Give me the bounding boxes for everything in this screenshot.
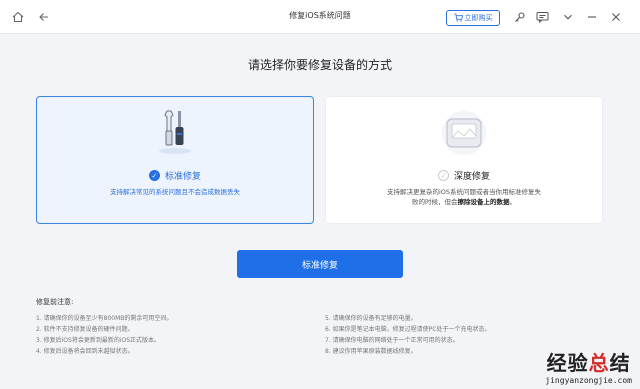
deep-repair-desc-line2: 败的时候，但会 xyxy=(412,198,458,206)
watermark-text: 经验总结 xyxy=(546,351,631,375)
check-unselected-icon: ✓ xyxy=(437,170,449,181)
deep-repair-warning: 擦除设备上的数据 xyxy=(457,198,510,206)
notes-list-right: 5. 请确保你的设备有足够的电量。 6. 如果你是笔记本电脑，修复过程请使PC处… xyxy=(325,313,490,357)
tools-icon xyxy=(145,107,205,161)
back-icon[interactable] xyxy=(36,9,52,25)
minimize-icon[interactable] xyxy=(584,9,600,25)
note-item: 3. 修复后iOS将会更新到最新的iOS正式版本。 xyxy=(36,337,161,344)
device-repair-icon xyxy=(434,107,494,161)
note-item: 6. 如果你是笔记本电脑，修复过程请使PC处于一个充电状态。 xyxy=(325,326,491,333)
notes-list-left: 1. 请确保你的设备至少有800MB的剩余可用空间。 2. 软件不支持修复设备的… xyxy=(36,313,172,357)
page-heading: 请选择你要修复设备的方式 xyxy=(247,58,392,72)
standard-repair-card[interactable]: ✓ 标准修复 支持解决常见的系统问题且不会造成数据丢失 xyxy=(36,96,314,224)
notes-title: 修复前注意: xyxy=(36,298,74,306)
deep-repair-label: 深度修复 xyxy=(453,172,490,182)
title-bar: 修复iOS系统问题 立即购买 xyxy=(0,0,640,34)
note-item: 7. 请确保你电脑的网络处于一个正常可用的状态。 xyxy=(325,337,459,344)
buy-now-label: 立即购买 xyxy=(464,14,493,22)
cart-icon xyxy=(453,12,463,24)
deep-repair-title: ✓ 深度修复 xyxy=(326,169,602,182)
standard-repair-title: ✓ 标准修复 xyxy=(37,169,313,182)
close-icon[interactable] xyxy=(608,9,624,25)
note-item: 1. 请确保你的设备至少有800MB的剩余可用空间。 xyxy=(36,315,173,322)
note-item: 8. 建议你用苹果原装数据线修复。 xyxy=(325,348,417,355)
key-icon[interactable] xyxy=(512,9,528,25)
check-selected-icon: ✓ xyxy=(148,170,160,181)
standard-repair-description: 支持解决常见的系统问题且不会造成数据丢失 xyxy=(110,188,240,196)
note-item: 4. 修复后设备将会回到未越狱状态。 xyxy=(36,348,134,355)
chevron-down-icon[interactable] xyxy=(560,9,576,25)
deep-repair-description: 支持解决更复杂的iOS系统问题或者当你用标准修复失 败的时候，但会擦除设备上的数… xyxy=(356,187,572,207)
deep-repair-desc-end: 。 xyxy=(509,198,517,206)
watermark: 经验总结 jingyanzongjie.com xyxy=(545,347,632,385)
watermark-url: jingyanzongjie.com xyxy=(545,376,632,385)
note-item: 5. 请确保你的设备有足够的电量。 xyxy=(325,315,417,322)
deep-repair-card[interactable]: ✓ 深度修复 支持解决更复杂的iOS系统问题或者当你用标准修复失 败的时候，但会… xyxy=(325,96,603,224)
buy-now-button[interactable]: 立即购买 xyxy=(446,10,500,26)
home-icon[interactable] xyxy=(10,9,26,25)
standard-repair-label: 标准修复 xyxy=(164,172,201,182)
standard-repair-button[interactable]: 标准修复 xyxy=(237,250,403,278)
feedback-icon[interactable] xyxy=(534,9,550,25)
note-item: 2. 软件不支持修复设备的硬件问题。 xyxy=(36,326,134,333)
deep-repair-desc-line1: 支持解决更复杂的iOS系统问题或者当你用标准修复失 xyxy=(386,188,542,196)
